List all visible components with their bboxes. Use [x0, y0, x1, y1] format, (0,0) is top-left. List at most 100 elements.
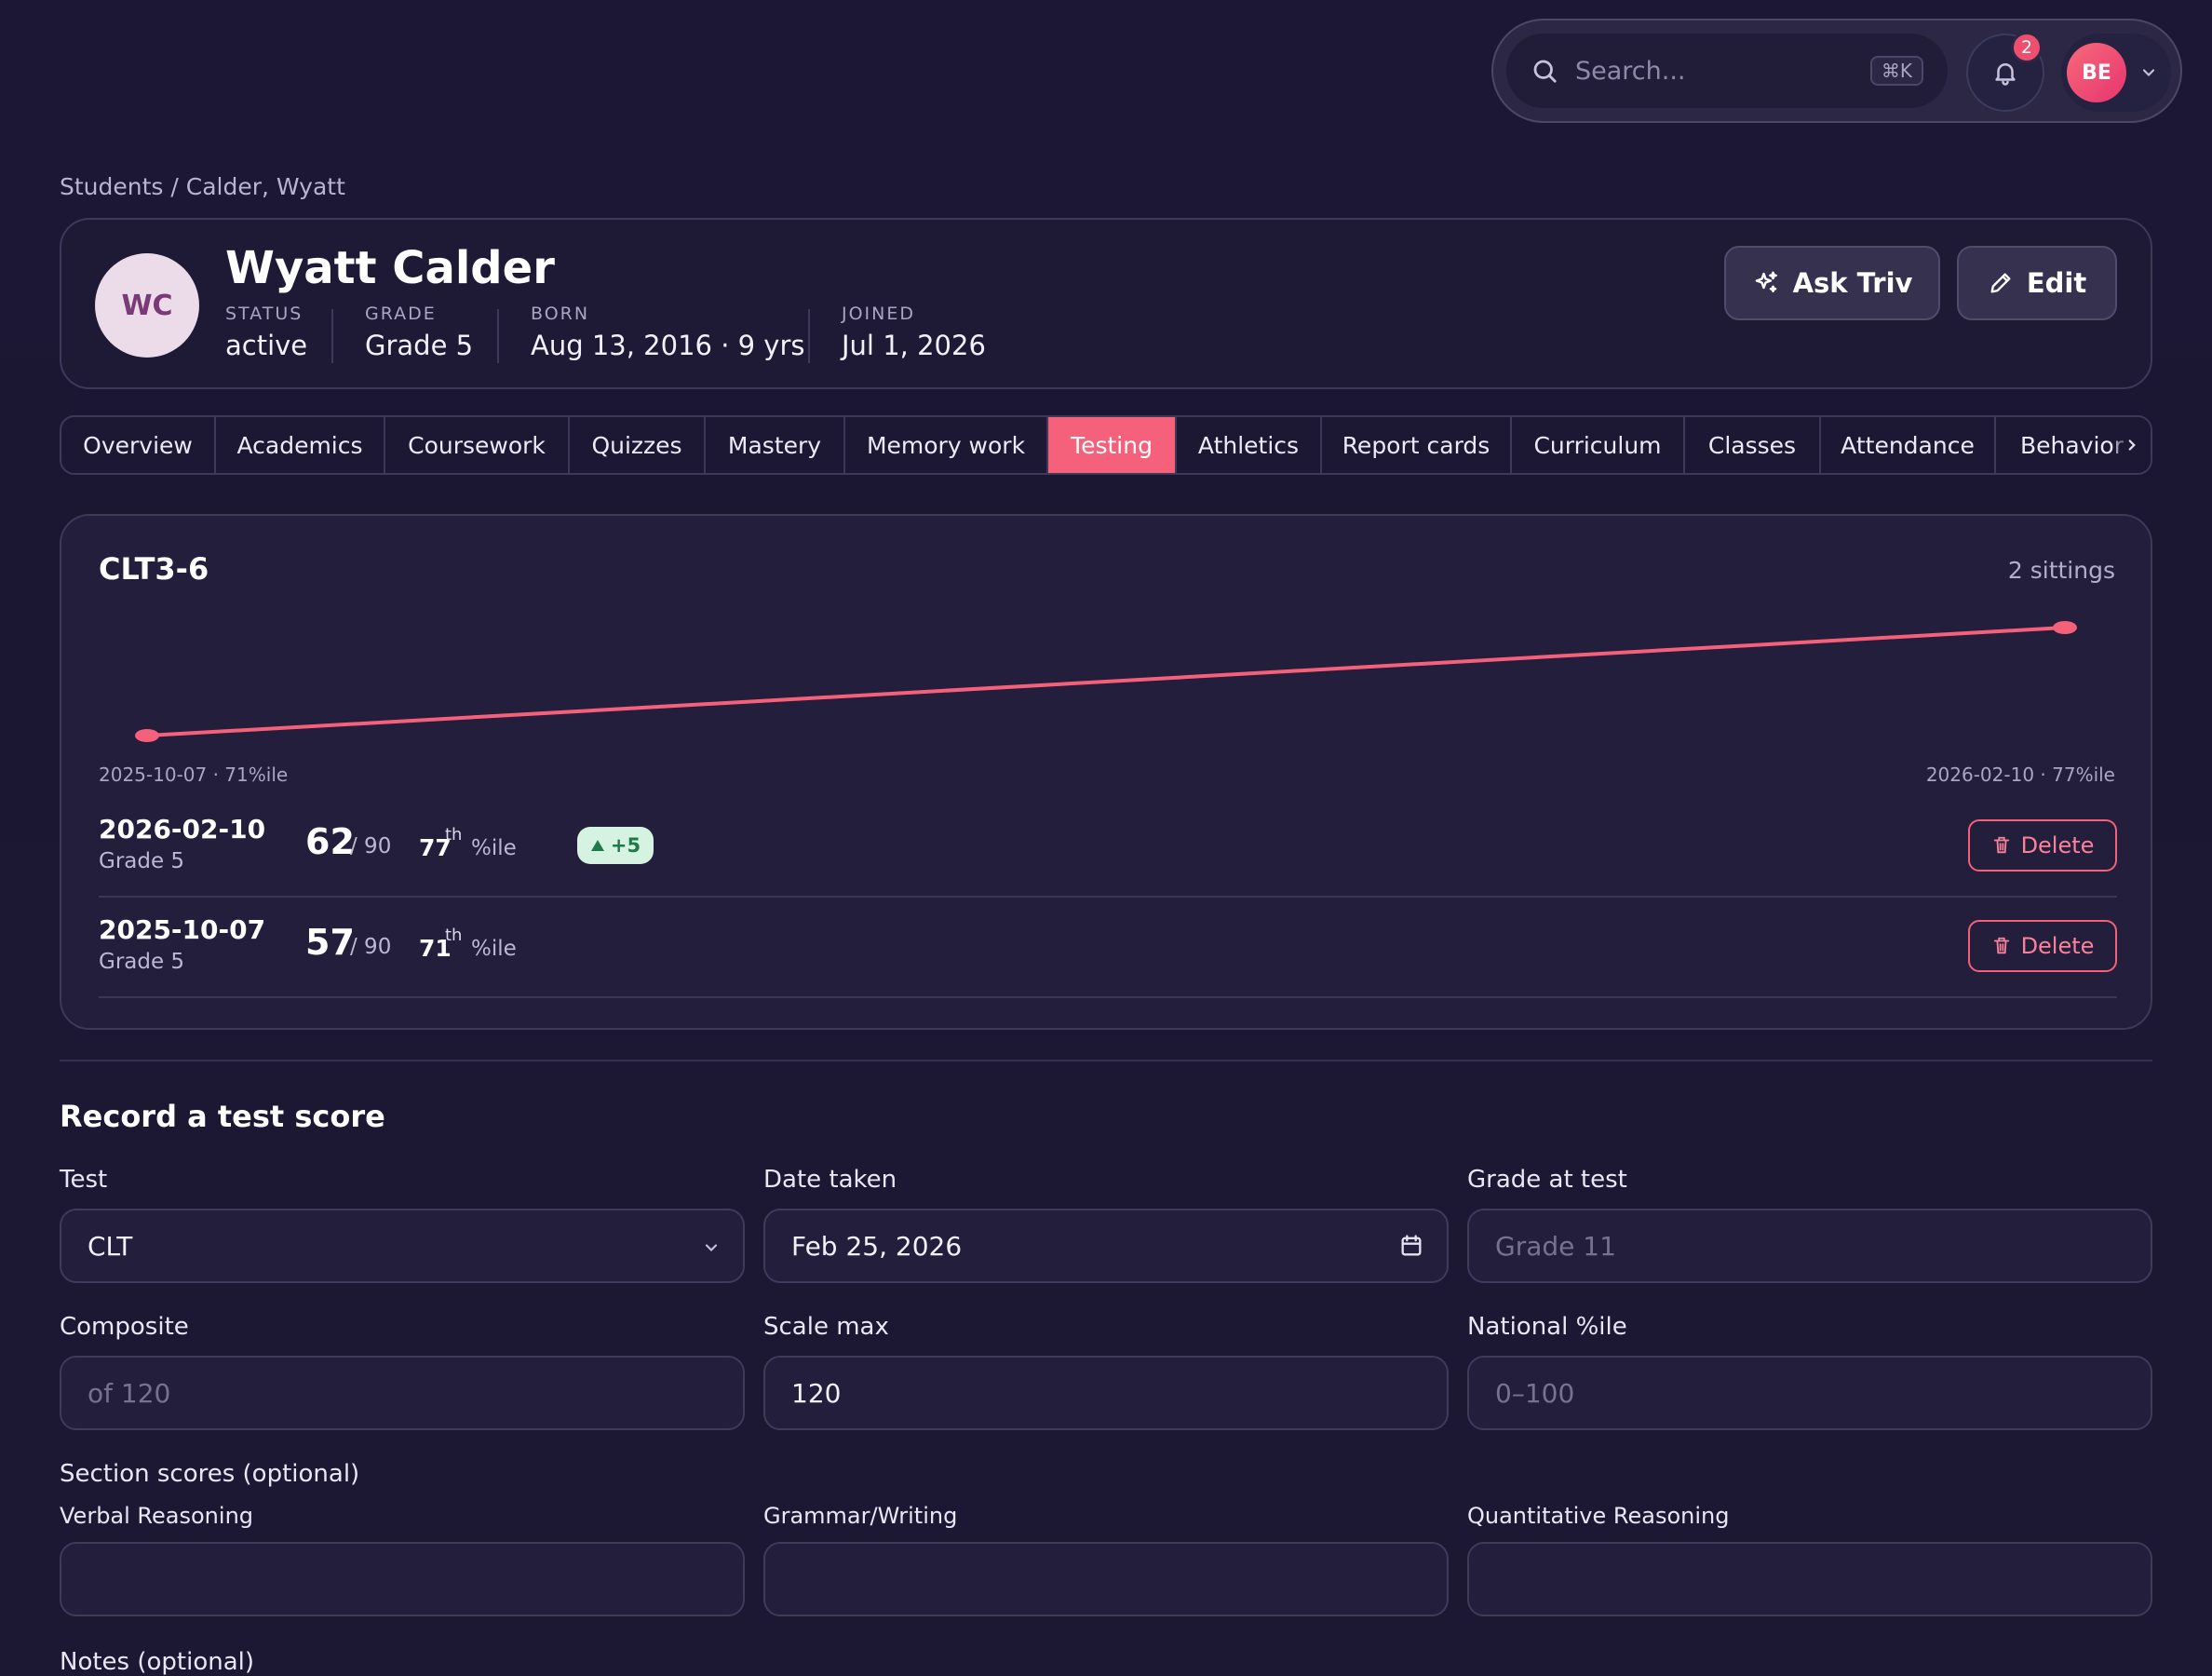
joined-value: Jul 1, 2026	[842, 330, 986, 361]
trend-point	[135, 729, 159, 742]
tab-memory-work[interactable]: Memory work	[845, 417, 1048, 473]
composite-placeholder: of 120	[88, 1377, 171, 1409]
verbal-reasoning-input[interactable]	[60, 1542, 745, 1616]
status-label: STATUS	[225, 304, 303, 324]
tabs-scroll-right-button[interactable]	[2113, 417, 2151, 473]
sitting-max: / 90	[350, 935, 392, 959]
delete-label: Delete	[2020, 832, 2095, 858]
verbal-reasoning-label: Verbal Reasoning	[60, 1503, 254, 1529]
composite-input[interactable]: of 120	[60, 1356, 745, 1430]
scale-max-input[interactable]: 120	[763, 1356, 1449, 1430]
delete-sitting-button[interactable]: Delete	[1968, 920, 2117, 972]
grade-value: Grade 5	[365, 330, 474, 361]
chevron-down-icon	[705, 1244, 718, 1251]
sitting-percentile-suffix: %ile	[471, 836, 517, 860]
born-value: Aug 13, 2016 · 9 yrs	[531, 330, 805, 361]
chevron-down-icon	[2142, 69, 2155, 76]
search-shortcut: ⌘K	[1869, 56, 1923, 86]
born-label: BORN	[531, 304, 590, 324]
sitting-score: 57	[305, 922, 355, 963]
chevron-right-icon	[2128, 439, 2136, 451]
sparkle-icon	[1755, 271, 1777, 292]
ask-triv-label: Ask Triv	[1792, 267, 1913, 299]
search-icon	[1533, 60, 1557, 83]
edit-label: Edit	[2026, 267, 2087, 299]
delete-sitting-button[interactable]: Delete	[1968, 819, 2117, 872]
sitting-grade: Grade 5	[99, 849, 185, 873]
sitting-max: / 90	[350, 834, 392, 858]
scale-max-label: Scale max	[763, 1313, 889, 1341]
percentile-trend-chart	[135, 621, 2077, 742]
search-placeholder: Search...	[1575, 56, 1686, 86]
tab-athletics[interactable]: Athletics	[1177, 417, 1322, 473]
quantitative-reasoning-label: Quantitative Reasoning	[1467, 1503, 1730, 1529]
trash-icon	[1993, 937, 2009, 954]
national-percentile-placeholder: 0–100	[1495, 1377, 1575, 1409]
meta-divider	[331, 309, 333, 363]
test-select-value: CLT	[88, 1230, 133, 1262]
sitting-date: 2026-02-10	[99, 814, 266, 845]
grade-at-test-label: Grade at test	[1467, 1166, 1627, 1194]
trend-point	[2053, 621, 2077, 634]
grade-at-test-placeholder: Grade 11	[1495, 1230, 1616, 1262]
quantitative-reasoning-input[interactable]	[1467, 1542, 2152, 1616]
student-avatar: WC	[95, 253, 199, 358]
notification-count-badge: 2	[2011, 32, 2043, 63]
grammar-writing-input[interactable]	[763, 1542, 1449, 1616]
tab-mastery[interactable]: Mastery	[706, 417, 845, 473]
chart-end-label: 2026-02-10 · 77%ile	[1925, 764, 2115, 786]
search-input[interactable]: Search... ⌘K	[1506, 34, 1948, 108]
student-name: Wyatt Calder	[225, 242, 555, 294]
test-select[interactable]: CLT	[60, 1209, 745, 1283]
date-taken-input[interactable]: Feb 25, 2026	[763, 1209, 1449, 1283]
calendar-icon[interactable]	[1398, 1233, 1424, 1259]
tab-testing[interactable]: Testing	[1048, 417, 1177, 473]
test-sitting-row: 2025-10-07 Grade 5 57 / 90 71 th %ile De…	[99, 898, 2117, 998]
section-scores-label: Section scores (optional)	[60, 1460, 360, 1488]
sitting-date: 2025-10-07	[99, 914, 266, 945]
date-taken-label: Date taken	[763, 1166, 897, 1194]
ask-triv-button[interactable]: Ask Triv	[1724, 246, 1940, 320]
meta-divider	[497, 309, 499, 363]
student-tabs: Overview Academics Coursework Quizzes Ma…	[60, 415, 2152, 475]
delete-label: Delete	[2020, 933, 2095, 959]
sitting-score: 62	[305, 821, 355, 862]
tab-overview[interactable]: Overview	[61, 417, 216, 473]
trend-line	[146, 626, 2066, 737]
tab-quizzes[interactable]: Quizzes	[570, 417, 706, 473]
joined-label: JOINED	[842, 304, 916, 324]
scale-max-value: 120	[791, 1377, 842, 1409]
breadcrumb[interactable]: Students / Calder, Wyatt	[60, 173, 345, 200]
grade-meta: GRADE Grade 5	[365, 304, 473, 361]
tab-coursework[interactable]: Coursework	[385, 417, 570, 473]
date-taken-value: Feb 25, 2026	[791, 1230, 963, 1262]
national-percentile-label: National %ile	[1467, 1313, 1627, 1341]
tab-curriculum[interactable]: Curriculum	[1512, 417, 1685, 473]
user-avatar: BE	[2067, 43, 2126, 102]
grade-label: GRADE	[365, 304, 437, 324]
grammar-writing-label: Grammar/Writing	[763, 1503, 958, 1529]
percentile-delta-badge: +5	[577, 827, 654, 864]
status-value: active	[225, 330, 308, 361]
tab-report-cards[interactable]: Report cards	[1322, 417, 1512, 473]
record-score-title: Record a test score	[60, 1099, 385, 1134]
test-sitting-row: 2026-02-10 Grade 5 62 / 90 77 th %ile +5…	[99, 797, 2117, 898]
joined-meta: JOINED Jul 1, 2026	[842, 304, 986, 361]
notifications-button[interactable]: 2	[1966, 32, 2044, 112]
sitting-percentile-ordinal: th	[445, 825, 463, 845]
tab-classes[interactable]: Classes	[1685, 417, 1821, 473]
edit-button[interactable]: Edit	[1957, 246, 2117, 320]
top-bar: Search... ⌘K 2 BE	[1491, 19, 2182, 123]
grade-at-test-input[interactable]: Grade 11	[1467, 1209, 2152, 1283]
sitting-percentile-ordinal: th	[445, 926, 463, 945]
sitting-percentile-suffix: %ile	[471, 937, 517, 961]
born-meta: BORN Aug 13, 2016 · 9 yrs	[531, 304, 805, 361]
national-percentile-input[interactable]: 0–100	[1467, 1356, 2152, 1430]
delta-value: +5	[610, 834, 641, 857]
user-menu-button[interactable]: BE	[2061, 34, 2171, 112]
sitting-grade: Grade 5	[99, 950, 185, 974]
test-label: Test	[60, 1166, 108, 1194]
notes-label: Notes (optional)	[60, 1648, 255, 1676]
tab-attendance[interactable]: Attendance	[1821, 417, 1996, 473]
tab-academics[interactable]: Academics	[216, 417, 385, 473]
